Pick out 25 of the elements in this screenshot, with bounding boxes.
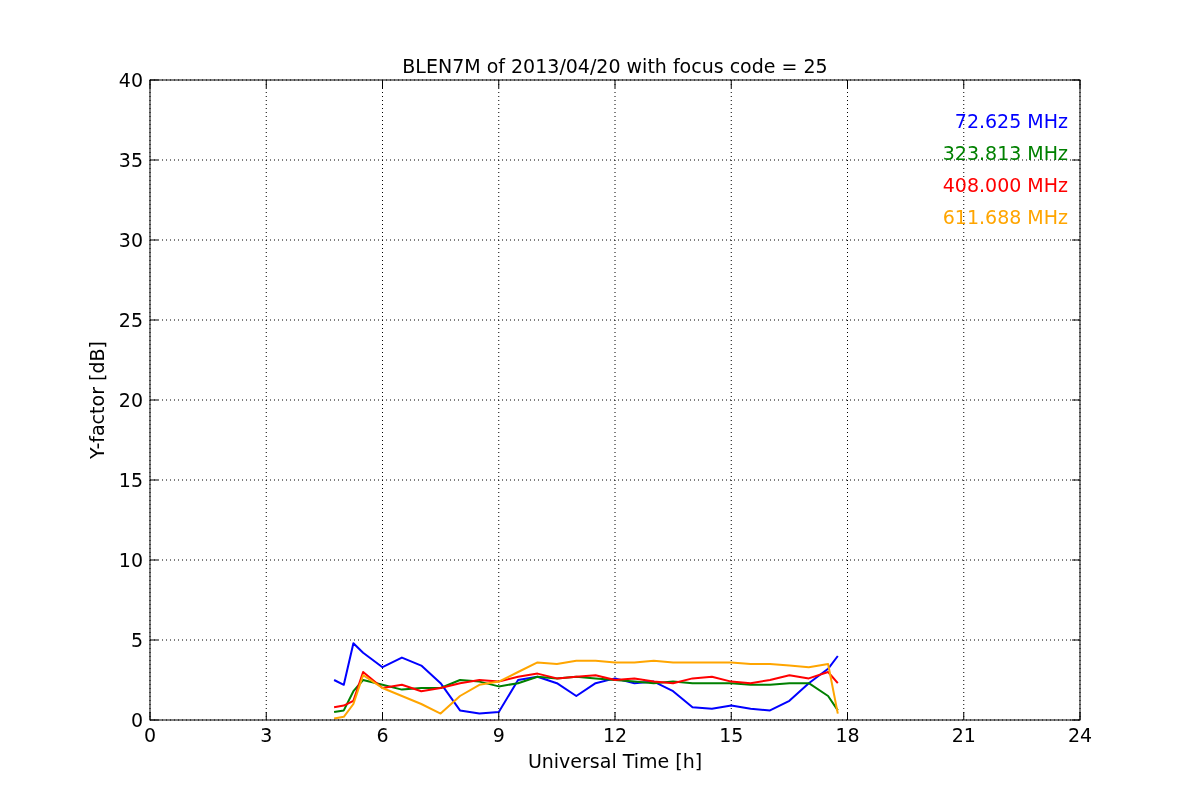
y-axis-label: Y-factor [dB]	[86, 341, 108, 459]
y-tick-label: 0	[130, 709, 143, 731]
x-tick-label: 24	[1067, 724, 1093, 746]
y-tick-label: 30	[118, 229, 143, 251]
x-tick-label: 3	[260, 724, 273, 746]
y-tick-label: 10	[118, 549, 143, 571]
x-axis-label: Universal Time [h]	[527, 750, 703, 772]
legend-label: 323.813 MHz	[942, 142, 1068, 164]
x-tick-label: 21	[951, 724, 976, 746]
legend-label: 611.688 MHz	[942, 206, 1068, 228]
x-tick-label: 0	[143, 724, 157, 746]
y-tick-label: 35	[118, 149, 143, 171]
y-tick-label: 5	[130, 629, 143, 651]
y-tick-label: 25	[118, 309, 143, 331]
x-tick-label: 18	[835, 724, 860, 746]
y-tick-label: 20	[118, 389, 143, 411]
y-tick-label: 15	[118, 469, 143, 491]
y-tick-label: 40	[118, 69, 143, 91]
x-tick-label: 12	[602, 724, 628, 746]
chart-title: BLEN7M of 2013/04/20 with focus code = 25	[402, 55, 828, 77]
legend-label: 408.000 MHz	[942, 174, 1068, 196]
x-tick-label: 15	[719, 724, 744, 746]
x-tick-label: 9	[492, 724, 505, 746]
x-tick-label: 6	[376, 724, 389, 746]
legend-label: 72.625 MHz	[954, 110, 1068, 132]
